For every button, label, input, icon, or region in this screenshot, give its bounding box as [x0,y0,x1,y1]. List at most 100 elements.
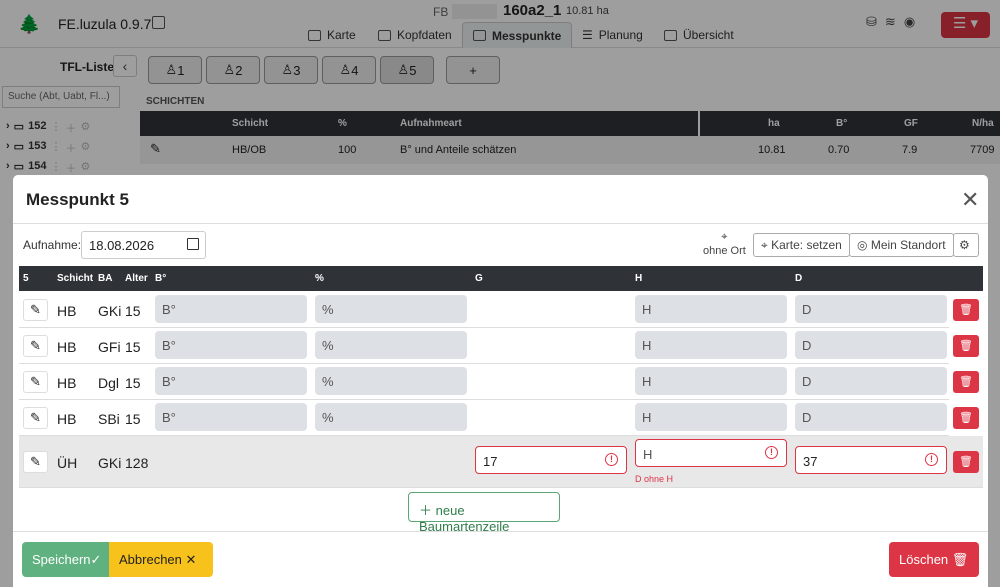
calendar-icon[interactable] [187,238,199,250]
pencil-icon[interactable]: ✎ [23,407,48,429]
pencil-icon[interactable]: ✎ [23,371,48,393]
gear-icon: ⚙ [959,238,970,252]
col-header: 5 [23,273,29,284]
alter-cell: 15 [125,411,141,427]
b-input[interactable]: B° [155,367,307,395]
h-input[interactable]: H [635,403,787,431]
pencil-icon[interactable]: ✎ [23,451,48,473]
delete-row-button[interactable]: 🗑 [953,407,979,429]
table-row-selected: ✎ ÜH GKi 128 17! H! D ohne H 37! 🗑 [19,436,983,488]
d-input[interactable]: D [795,331,947,359]
d-input[interactable]: 37! [795,446,947,474]
ort-status: ⌖ ohne Ort [703,230,746,258]
error-icon: ! [765,446,778,459]
schicht-cell: HB [57,411,77,427]
schicht-cell: HB [57,375,77,391]
ba-cell: SBi [98,411,120,427]
plus-icon: ＋ [419,503,433,518]
pct-input[interactable]: % [315,295,467,323]
button-label: neue Baumartenzeile [419,503,510,534]
delete-row-button[interactable]: 🗑 [953,451,979,473]
pencil-icon[interactable]: ✎ [23,299,48,321]
button-label: Mein Standort [870,238,946,252]
button-label: Abbrechen [119,552,182,567]
messpunkt-modal: Messpunkt 5 ✕ Aufnahme: 18.08.2026 ⌖ ohne… [13,175,988,587]
close-icon: ✕ [185,552,197,567]
alter-cell: 15 [125,303,141,319]
button-label: Karte: setzen [771,238,842,252]
h-input[interactable]: H [635,367,787,395]
modal-title: Messpunkt 5 [26,190,129,209]
col-header: % [315,273,324,284]
h-error-message: D ohne H [635,474,674,484]
h-input[interactable]: H [635,331,787,359]
col-header: Alter [125,273,148,284]
col-header: Schicht [57,273,94,284]
col-header: H [635,273,643,284]
button-label: Löschen [899,552,949,567]
delete-row-button[interactable]: 🗑 [953,335,979,357]
table-row: ✎ HB SBi 15 B° % H D [19,400,949,436]
pin-icon: ⌖ [761,238,768,252]
ba-cell: GKi [98,303,122,319]
g-input[interactable]: 17! [475,446,627,474]
trash-icon: 🗑 [959,456,973,468]
schicht-cell: HB [57,339,77,355]
mein-standort-button[interactable]: ◎ Mein Standort [849,233,954,257]
col-header: G [475,273,483,284]
delete-button[interactable]: Löschen 🗑 [889,542,979,577]
d-input[interactable]: D [795,403,947,431]
alter-cell: 128 [125,455,149,471]
table-row: ✎ HB GKi 15 B° % H D [19,292,949,328]
close-icon[interactable]: ✕ [961,187,979,213]
trash-icon: 🗑 [959,376,973,388]
schicht-cell: ÜH [57,455,78,471]
col-header: BA [98,273,113,284]
h-placeholder: H [643,447,653,462]
new-row-button[interactable]: ＋ neue Baumartenzeile [408,492,560,534]
date-value: 18.08.2026 [89,238,155,253]
delete-row-button[interactable]: 🗑 [953,371,979,393]
b-input[interactable]: B° [155,403,307,431]
col-header: D [795,273,803,284]
h-input[interactable]: H [635,295,787,323]
pencil-icon[interactable]: ✎ [23,335,48,357]
alter-cell: 15 [125,375,141,391]
ba-cell: Dgl [98,375,120,391]
table-row: ✎ HB Dgl 15 B° % H D [19,364,949,400]
error-icon: ! [605,453,618,466]
trash-icon: 🗑 [951,552,969,567]
delete-row-button[interactable]: 🗑 [953,299,979,321]
settings-button[interactable]: ⚙ [953,233,979,257]
error-icon: ! [925,453,938,466]
ba-cell: GFi [98,339,121,355]
divider [13,223,988,224]
d-input[interactable]: D [795,295,947,323]
schicht-cell: HB [57,303,77,319]
table-row: ✎ HB GFi 15 B° % H D [19,328,949,364]
save-button[interactable]: Speichern✓ [22,542,109,577]
cancel-button[interactable]: Abbrechen ✕ [109,542,213,577]
messpunkt-table-header: 5 Schicht BA Alter B° % G H D [19,266,983,291]
d-value: 37 [803,454,818,469]
pct-input[interactable]: % [315,367,467,395]
trash-icon: 🗑 [959,304,973,316]
trash-icon: 🗑 [959,412,973,424]
pin-icon: ⌖ [721,231,728,243]
alter-cell: 15 [125,339,141,355]
divider [13,531,988,532]
pct-input[interactable]: % [315,331,467,359]
h-input[interactable]: H! [635,439,787,467]
b-input[interactable]: B° [155,295,307,323]
trash-icon: 🗑 [959,340,973,352]
col-header: B° [155,273,167,284]
b-input[interactable]: B° [155,331,307,359]
aufnahme-date-input[interactable]: 18.08.2026 [81,231,206,259]
karte-setzen-button[interactable]: ⌖ Karte: setzen [753,233,850,257]
pct-input[interactable]: % [315,403,467,431]
check-icon: ✓ [90,552,102,567]
aufnahme-label: Aufnahme: [23,238,82,252]
ort-label: ohne Ort [703,245,746,257]
ba-cell: GKi [98,455,122,471]
d-input[interactable]: D [795,367,947,395]
